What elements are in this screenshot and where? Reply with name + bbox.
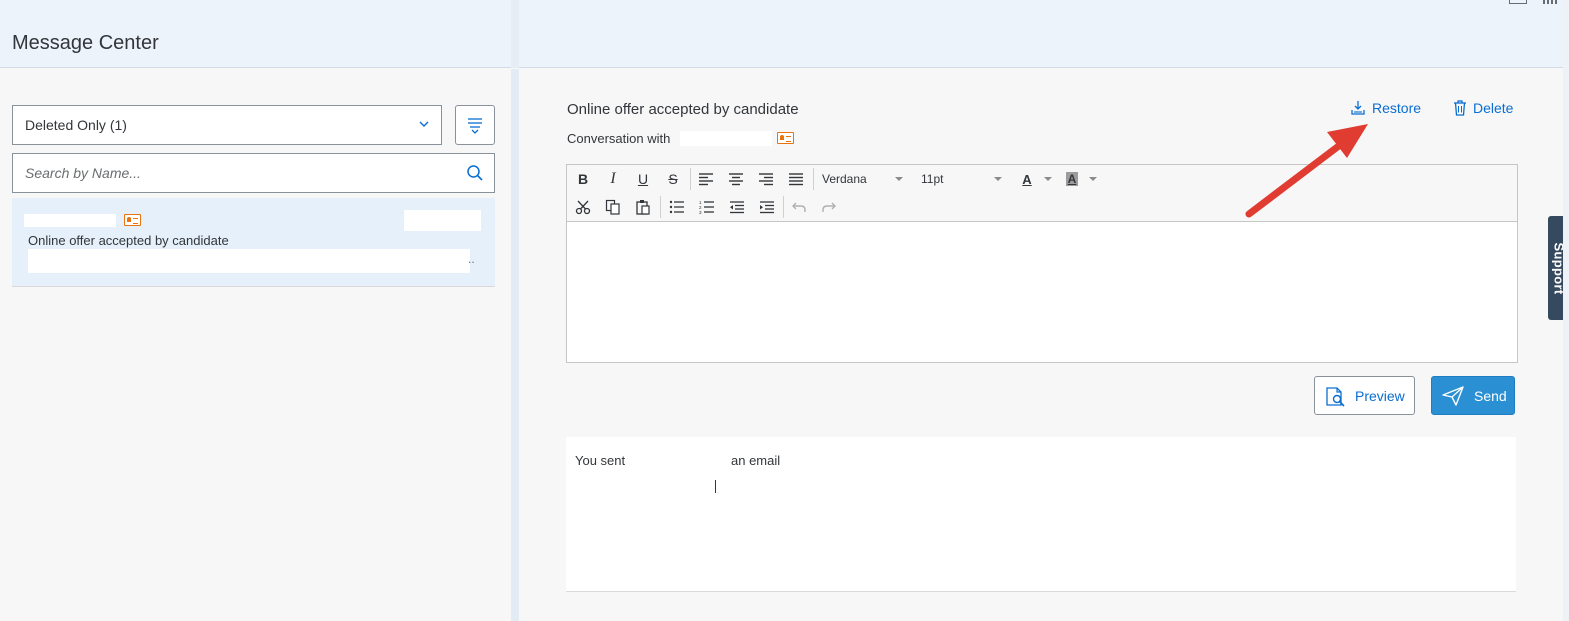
undo-button[interactable] [788,196,810,218]
contact-card-icon [124,214,141,226]
search-field [12,153,495,193]
redacted-date [404,210,481,231]
scrollbar[interactable] [1563,0,1569,621]
delete-label: Delete [1473,100,1514,116]
italic-button[interactable]: I [602,168,624,190]
toolbar-separator [783,196,784,218]
send-button[interactable]: Send [1431,376,1515,415]
search-icon[interactable] [466,164,484,182]
preview-button[interactable]: Preview [1314,376,1415,415]
svg-text:3: 3 [699,210,702,214]
align-left-icon [699,173,713,186]
text-color-button[interactable]: A [1016,168,1038,190]
bullet-list-icon [669,200,684,214]
background-color-button[interactable]: A [1061,168,1083,190]
chevron-down-icon [419,121,429,127]
rich-text-editor: B I U S Verdana 11pt A A 1 2 3 [566,164,1518,363]
editor-body[interactable] [567,223,1517,362]
text-color-label: A [1022,171,1032,187]
outdent-icon [730,201,744,214]
caret-down-icon [895,177,903,181]
preview-icon [1326,386,1345,407]
conversation-with-label: Conversation with [567,131,671,146]
list-item-ellipsis: .. [468,252,475,266]
restore-icon [1351,101,1365,115]
indent-icon [760,201,774,214]
align-right-icon [759,173,773,186]
app-header: Message Center [0,0,1563,68]
sort-filter-button[interactable] [455,105,495,145]
filter-dropdown[interactable]: Deleted Only (1) [12,105,442,145]
send-label: Send [1474,387,1507,404]
redo-button[interactable] [818,196,840,218]
panel-splitter[interactable] [511,69,519,621]
bold-button[interactable]: B [572,168,594,190]
restore-button[interactable]: Restore [1350,100,1421,116]
toolbar-separator [813,168,814,190]
preview-label: Preview [1355,387,1405,404]
bullet-list-button[interactable] [666,196,688,218]
justify-button[interactable] [785,168,807,190]
indent-button[interactable] [756,196,778,218]
message-history: You sent an email [566,437,1516,592]
header-divider [511,0,519,68]
align-center-button[interactable] [725,168,747,190]
font-family-select[interactable]: Verdana [822,172,867,186]
page-title: Message Center [12,32,159,54]
copy-button[interactable] [602,196,624,218]
numbered-list-button[interactable]: 123 [696,196,718,218]
list-item-subject: Online offer accepted by candidate [28,233,229,248]
cut-button[interactable] [572,196,594,218]
undo-icon [792,202,806,212]
editor-toolbar: B I U S Verdana 11pt A A 1 2 3 [567,165,1517,222]
redacted-sender-name [24,214,116,227]
message-list-panel: Deleted Only (1) Online offer accepted b… [0,69,511,621]
delete-button[interactable]: Delete [1453,100,1513,116]
message-center-app: Message Center Deleted Only (1) Search b… [0,0,1569,621]
scissors-icon [575,200,591,215]
top-toolbar [1509,0,1557,4]
caret-down-icon [1089,177,1097,181]
numbered-list-icon: 123 [699,200,714,214]
redacted-recipient-name [680,131,772,146]
window-icon[interactable] [1509,0,1527,4]
filter-list-icon [468,118,482,134]
conversation-subject: Online offer accepted by candidate [567,101,799,118]
redacted-preview [28,249,470,273]
redacted-history-recipient [630,451,726,467]
bg-color-label: A [1065,172,1079,186]
trash-icon [1454,100,1466,116]
contact-card-icon [777,132,794,144]
history-an-email: an email [731,453,781,468]
search-input[interactable] [13,154,443,192]
align-center-icon [729,173,743,186]
text-cursor [715,480,716,493]
justify-icon [789,173,803,186]
toolbar-separator [660,196,661,218]
caret-down-icon [994,177,1002,181]
strikethrough-button[interactable]: S [662,168,684,190]
underline-button[interactable]: U [632,168,654,190]
send-icon [1442,385,1464,406]
font-size-select[interactable]: 11pt [921,172,943,186]
align-right-button[interactable] [755,168,777,190]
toolbar-separator [690,168,691,190]
paste-icon [636,200,650,215]
caret-down-icon [1044,177,1052,181]
align-left-button[interactable] [695,168,717,190]
filter-selected-value: Deleted Only (1) [25,117,127,133]
bar-chart-icon[interactable] [1543,0,1557,4]
copy-icon [605,199,620,215]
outdent-button[interactable] [726,196,748,218]
restore-label: Restore [1372,100,1422,116]
redo-icon [822,202,836,212]
history-you-sent: You sent [575,453,626,468]
list-item[interactable]: Online offer accepted by candidate .. [12,198,495,287]
paste-button[interactable] [632,196,654,218]
